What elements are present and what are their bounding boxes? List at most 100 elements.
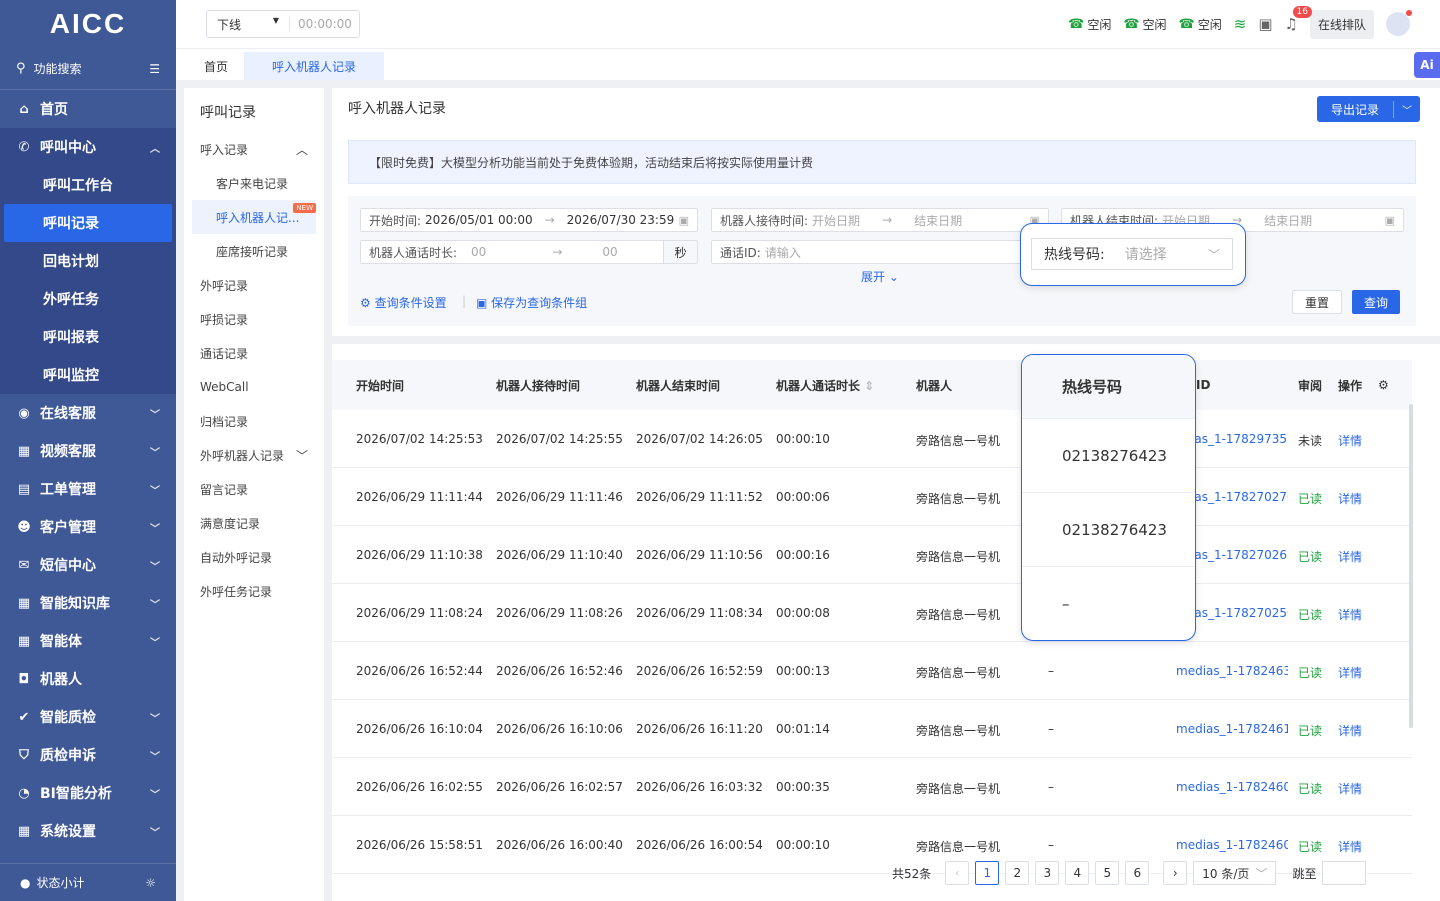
expand-filters-link[interactable]: 展开 ⌄ xyxy=(861,268,899,285)
subnav-outbound-task[interactable]: 外呼任务记录 xyxy=(184,574,324,608)
presence-dot xyxy=(1406,10,1412,16)
bell-icon[interactable]: ♫ 16 xyxy=(1285,6,1312,33)
robot-receive-time-range[interactable]: 机器人接待时间: 开始日期 → 结束日期 ▣ xyxy=(711,208,1049,232)
col-start-time: 开始时间 xyxy=(356,378,405,393)
reset-button[interactable]: 重置 xyxy=(1292,290,1343,314)
cell-action[interactable]: 详情 xyxy=(1338,432,1362,449)
nav-call-records[interactable]: 呼叫记录 xyxy=(4,204,172,242)
cell-action[interactable]: 详情 xyxy=(1338,722,1362,739)
channel-status-video[interactable]: ☎ 空闲 xyxy=(1179,16,1222,33)
page-button[interactable]: 4 xyxy=(1065,861,1090,885)
chevron-down-icon[interactable]: ﹀ xyxy=(1394,102,1420,117)
function-search[interactable]: ⚲ 功能搜索 ☰ xyxy=(0,48,176,90)
page-button[interactable]: 5 xyxy=(1095,861,1120,885)
nav-quality[interactable]: ✔ 智能质检 ﹀ xyxy=(0,698,176,736)
nav-customer[interactable]: ☻ 客户管理 ﹀ xyxy=(0,508,176,546)
cell-action[interactable]: 详情 xyxy=(1338,780,1362,797)
subnav-inbound-records[interactable]: 呼入记录 ︿ xyxy=(184,132,324,166)
notification-badge: 16 xyxy=(1292,6,1312,18)
nav-call-center[interactable]: ✆ 呼叫中心 ︿ xyxy=(0,128,176,166)
duration-from[interactable]: 00 xyxy=(471,245,486,259)
sun-icon[interactable]: ☼ xyxy=(145,876,156,890)
hotline-select[interactable]: 热线号码: 请选择 ﹀ xyxy=(1031,238,1233,270)
ai-assistant-button[interactable]: Ai xyxy=(1414,52,1440,78)
nav-bi[interactable]: ◔ BI智能分析 ﹀ xyxy=(0,774,176,812)
subnav-webcall[interactable]: WebCall xyxy=(184,370,324,404)
online-queue-button[interactable]: 在线排队 xyxy=(1309,9,1374,39)
cell-action[interactable]: 详情 xyxy=(1338,606,1362,623)
subnav-call[interactable]: 通话记录 xyxy=(184,336,324,370)
call-id-input[interactable]: 通话ID: 请输入 xyxy=(711,240,1049,264)
tab-inbound-robot-records[interactable]: 呼入机器人记录 xyxy=(244,52,385,80)
export-button[interactable]: 导出记录 ﹀ xyxy=(1317,96,1421,122)
subnav-title: 呼叫记录 xyxy=(200,105,256,121)
nav-knowledge[interactable]: ▦ 智能知识库 ﹀ xyxy=(0,584,176,622)
nav-outbound-task[interactable]: 外呼任务 xyxy=(0,280,176,318)
next-page-button[interactable]: › xyxy=(1163,861,1188,885)
start-time-range[interactable]: 开始时间: 2026/05/01 00:00 → 2026/07/30 23:5… xyxy=(360,208,698,232)
cell-action[interactable]: 详情 xyxy=(1338,838,1362,855)
cell-action[interactable]: 详情 xyxy=(1338,548,1362,565)
nav-robot[interactable]: ◘ 机器人 xyxy=(0,660,176,698)
tab-home[interactable]: 首页 xyxy=(188,52,244,80)
cell-action[interactable]: 详情 xyxy=(1338,490,1362,507)
page-button[interactable]: 2 xyxy=(1005,861,1030,885)
nav-online-service[interactable]: ◉ 在线客服 ﹀ xyxy=(0,394,176,432)
subnav-archive[interactable]: 归档记录 xyxy=(184,404,324,438)
query-button[interactable]: 查询 xyxy=(1352,290,1401,314)
nav-appeal[interactable]: ⛉ 质检申诉 ﹀ xyxy=(0,736,176,774)
nav-agent[interactable]: ▦ 智能体 ﹀ xyxy=(0,622,176,660)
subnav-outbound[interactable]: 外呼记录 xyxy=(184,268,324,302)
status-summary[interactable]: ● 状态小计 ☼ xyxy=(0,863,176,901)
duration-to[interactable]: 00 xyxy=(602,245,617,259)
nav-call-monitor[interactable]: 呼叫监控 xyxy=(0,356,176,394)
cell-record-id[interactable]: medias_1-178246140 xyxy=(1176,722,1288,736)
sort-icon[interactable]: ⇕ xyxy=(864,379,874,393)
subnav-inbound-robot[interactable]: 呼入机器人记... NEW xyxy=(192,200,316,234)
col-robot-duration[interactable]: 机器人通话时长 ⇕ xyxy=(776,377,874,394)
chevron-down-icon: ﹀ xyxy=(150,409,160,421)
collapse-menu-icon[interactable]: ☰ xyxy=(149,62,160,76)
subnav-satisfaction[interactable]: 满意度记录 xyxy=(184,506,324,540)
subnav-call-loss[interactable]: 呼损记录 xyxy=(184,302,324,336)
calendar-icon[interactable]: ▣ xyxy=(1258,15,1272,33)
nav-call-report[interactable]: 呼叫报表 xyxy=(0,318,176,356)
nav-ticket[interactable]: ▤ 工单管理 ﹀ xyxy=(0,470,176,508)
wifi-icon[interactable]: ≋ xyxy=(1234,15,1247,33)
cell-record-id[interactable]: medias_1-178246077 xyxy=(1176,838,1288,852)
avatar[interactable] xyxy=(1386,10,1412,36)
channel-status-online[interactable]: ☎ 空闲 xyxy=(1123,16,1166,33)
table-scrollbar[interactable] xyxy=(1409,404,1413,728)
gear-icon[interactable]: ⚙ xyxy=(1378,378,1389,392)
call-id-label: 通话ID: xyxy=(720,245,761,260)
subnav-outbound-robot[interactable]: 外呼机器人记录 ﹀ xyxy=(184,438,324,472)
records-table-card: 开始时间 机器人接待时间 机器人结束时间 机器人通话时长 ⇕ 机器人 ID 审阅… xyxy=(332,344,1440,901)
page-button[interactable]: 3 xyxy=(1035,861,1060,885)
subnav-agent-answer[interactable]: 座席接听记录 xyxy=(184,234,324,268)
subnav-message[interactable]: 留言记录 xyxy=(184,472,324,506)
prev-page-button[interactable]: ‹ xyxy=(945,861,970,885)
jump-page-input[interactable] xyxy=(1322,861,1367,885)
subnav-customer-call[interactable]: 客户来电记录 xyxy=(184,166,324,200)
page-size-select[interactable]: 10 条/页 ﹀ xyxy=(1193,861,1277,885)
nav-settings[interactable]: ▦ 系统设置 ﹀ xyxy=(0,812,176,850)
table-row: 2026/06/29 11:11:44 2026/06/29 11:11:46 20… xyxy=(332,468,1412,526)
nav-call-workbench[interactable]: 呼叫工作台 xyxy=(0,166,176,204)
nav-sms[interactable]: ✉ 短信中心 ﹀ xyxy=(0,546,176,584)
cell-action[interactable]: 详情 xyxy=(1338,664,1362,681)
query-settings-link[interactable]: ⚙ 查询条件设置 xyxy=(360,294,447,311)
cell-robot: 旁路信息一号机 xyxy=(916,782,1001,796)
nav-home[interactable]: ⌂ 首页 xyxy=(0,90,176,128)
save-query-group-link[interactable]: ▣ 保存为查询条件组 xyxy=(476,294,587,311)
channel-status-voice[interactable]: ☎ 空闲 xyxy=(1068,16,1111,33)
page-button[interactable]: 1 xyxy=(975,861,1000,885)
cell-receive-time: 2026/06/29 11:08:26 xyxy=(496,606,623,620)
cell-record-id[interactable]: medias_1-178246097 xyxy=(1176,780,1288,794)
nav-video-service[interactable]: ▦ 视频客服 ﹀ xyxy=(0,432,176,470)
subnav-auto-outbound[interactable]: 自动外呼记录 xyxy=(184,540,324,574)
cell-record-id[interactable]: medias_1-178246396 xyxy=(1176,664,1288,678)
robot-duration-range[interactable]: 机器人通话时长: 00 → 00 秒 xyxy=(360,240,698,264)
page-button[interactable]: 6 xyxy=(1125,861,1150,885)
agent-status-select[interactable]: 下线 ▼ 00:00:00 xyxy=(206,10,360,38)
nav-callback-plan[interactable]: 回电计划 xyxy=(0,242,176,280)
